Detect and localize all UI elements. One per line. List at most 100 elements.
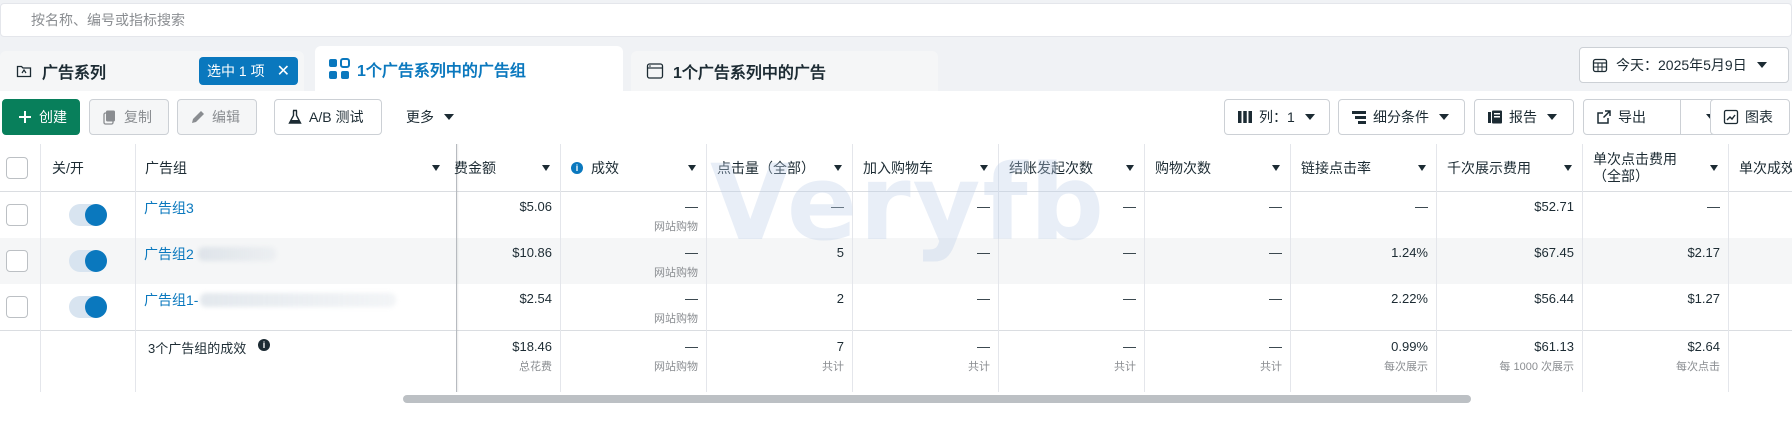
cell-checkout: — xyxy=(1123,199,1136,214)
chevron-down-icon[interactable] xyxy=(1710,165,1718,171)
header-label: 千次展示费用 xyxy=(1447,160,1531,176)
header-clicks[interactable]: 点击量（全部） xyxy=(717,144,852,192)
cell-ctr: 1.24% xyxy=(1391,245,1428,260)
columns-icon xyxy=(1237,109,1253,125)
header-label: 点击量（全部） xyxy=(717,160,815,176)
export-button[interactable]: 导出 xyxy=(1583,99,1721,135)
tab-campaigns[interactable]: 广告系列 选中 1 项 ✕ xyxy=(0,51,304,91)
cell-cpm: $56.44 xyxy=(1534,291,1574,306)
divider xyxy=(852,144,853,392)
row-checkbox[interactable] xyxy=(6,296,28,318)
create-button[interactable]: 创建 xyxy=(2,99,80,135)
row-checkbox[interactable] xyxy=(6,204,28,226)
chevron-down-icon[interactable] xyxy=(834,165,842,171)
search-bar[interactable] xyxy=(0,3,1792,37)
info-icon[interactable]: i xyxy=(258,339,270,351)
cell-cpc: $2.17 xyxy=(1687,245,1720,260)
cell-ctr: — xyxy=(1415,199,1428,214)
ad-set-name-link[interactable]: 广告组3 xyxy=(144,198,194,218)
date-picker[interactable]: 今天：2025年5月9日 xyxy=(1579,47,1789,83)
horizontal-scrollbar[interactable] xyxy=(403,395,1471,403)
divider xyxy=(1436,144,1437,392)
copy-button[interactable]: 复制 xyxy=(89,99,169,135)
cell-purchases: — xyxy=(1269,199,1282,214)
summary-add-to-cart-sub: 共计 xyxy=(968,361,990,373)
select-all-checkbox[interactable] xyxy=(6,157,28,179)
tab-label: 广告系列 xyxy=(42,65,107,82)
header-label-wrap: 单次点击费用 （全部） xyxy=(1593,151,1677,185)
chart-label: 图表 xyxy=(1745,109,1773,125)
chevron-down-icon xyxy=(1304,114,1315,120)
chevron-down-icon[interactable] xyxy=(688,165,696,171)
search-input[interactable] xyxy=(1,4,1791,36)
cell-results-sub: 网站购物 xyxy=(654,267,698,279)
cell-purchases: — xyxy=(1269,291,1282,306)
cell-add-to-cart: — xyxy=(977,245,990,260)
tab-ad-sets[interactable]: 1个广告系列中的广告组 xyxy=(315,46,623,91)
chevron-down-icon[interactable] xyxy=(980,165,988,171)
summary-ctr: 0.99% xyxy=(1391,339,1428,354)
info-icon[interactable]: i xyxy=(571,162,583,174)
header-ctr[interactable]: 链接点击率 xyxy=(1301,144,1436,192)
breakdown-button[interactable]: 细分条件 xyxy=(1338,99,1465,135)
report-button[interactable]: 报告 xyxy=(1474,99,1574,135)
divider xyxy=(1582,144,1583,392)
status-toggle[interactable] xyxy=(69,204,107,226)
summary-spend-sub: 总花费 xyxy=(519,361,552,373)
chevron-down-icon[interactable] xyxy=(1418,165,1426,171)
selection-label: 选中 1 项 xyxy=(207,63,265,79)
header-spend[interactable]: 费金额 xyxy=(454,144,560,192)
selection-pill[interactable]: 选中 1 项 ✕ xyxy=(199,57,298,85)
header-label: 费金额 xyxy=(454,160,496,176)
ad-set-name-link[interactable]: 广告组1- xyxy=(144,290,198,310)
report-label: 报告 xyxy=(1509,109,1537,125)
header-add-to-cart[interactable]: 加入购物车 xyxy=(863,144,998,192)
header-label: 关/开 xyxy=(52,160,84,176)
header-name[interactable]: 广告组 xyxy=(145,144,450,192)
chevron-down-icon[interactable] xyxy=(542,165,550,171)
chevron-down-icon xyxy=(1439,114,1449,120)
status-toggle[interactable] xyxy=(69,250,107,272)
summary-results: — xyxy=(685,339,698,354)
cell-add-to-cart: — xyxy=(977,199,990,214)
header-label: 广告组 xyxy=(145,160,187,176)
tab-ads[interactable]: 1个广告系列中的广告 xyxy=(631,51,938,91)
date-label: 今天：2025年5月9日 xyxy=(1616,57,1747,73)
chevron-down-icon[interactable] xyxy=(432,165,440,171)
more-button[interactable]: 更多 xyxy=(392,99,470,135)
edit-label: 编辑 xyxy=(212,109,240,125)
cell-cpm: $52.71 xyxy=(1534,199,1574,214)
export-label: 导出 xyxy=(1618,109,1646,125)
cell-results: — xyxy=(685,291,698,306)
header-label: 单次成效 xyxy=(1739,160,1792,176)
divider xyxy=(135,144,136,392)
summary-cpc: $2.64 xyxy=(1687,339,1720,354)
header-toggle[interactable]: 关/开 xyxy=(52,144,132,192)
ab-test-button[interactable]: A/B 测试 xyxy=(274,99,382,135)
row-checkbox[interactable] xyxy=(6,250,28,272)
header-cpm[interactable]: 千次展示费用 xyxy=(1447,144,1582,192)
create-label: 创建 xyxy=(39,109,67,125)
chevron-down-icon[interactable] xyxy=(1272,165,1280,171)
breakdown-icon xyxy=(1351,109,1367,125)
chevron-down-icon[interactable] xyxy=(1564,165,1572,171)
edit-button[interactable]: 编辑 xyxy=(177,99,257,135)
cell-purchases: — xyxy=(1269,245,1282,260)
header-cpr[interactable]: 单次成效 xyxy=(1739,144,1792,192)
header-checkout[interactable]: 结账发起次数 xyxy=(1009,144,1144,192)
status-toggle[interactable] xyxy=(69,296,107,318)
ad-set-name-link[interactable]: 广告组2 xyxy=(144,244,194,264)
header-results[interactable]: i 成效 xyxy=(571,144,706,192)
close-icon[interactable]: ✕ xyxy=(277,61,290,81)
cell-add-to-cart: — xyxy=(977,291,990,306)
grid-icon xyxy=(327,57,351,81)
header-cpc[interactable]: 单次点击费用 （全部） xyxy=(1593,144,1728,192)
summary-ctr-sub: 每次展示 xyxy=(1384,361,1428,373)
columns-button[interactable]: 列：1 xyxy=(1224,99,1330,135)
chevron-down-icon[interactable] xyxy=(1126,165,1134,171)
header-purchases[interactable]: 购物次数 xyxy=(1155,144,1290,192)
header-label: 成效 xyxy=(591,160,619,176)
copy-label: 复制 xyxy=(124,109,152,125)
chart-button[interactable]: 图表 xyxy=(1710,99,1790,135)
summary-cpm-sub: 每 1000 次展示 xyxy=(1499,361,1574,373)
